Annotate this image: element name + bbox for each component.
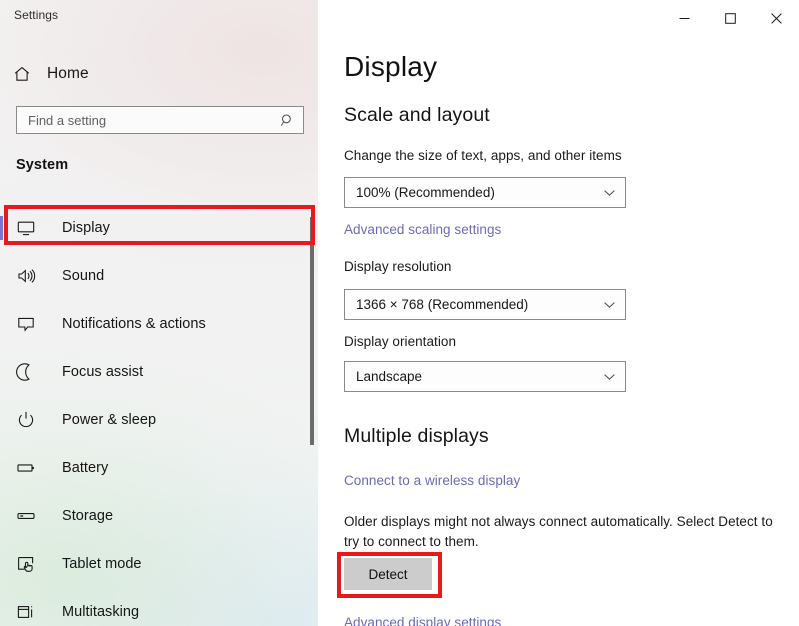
detect-button[interactable]: Detect	[344, 558, 432, 590]
sidebar-section-header: System	[16, 157, 69, 173]
display-settings-panel: Display Scale and layout Change the size…	[318, 0, 799, 626]
connect-wireless-display-link[interactable]: Connect to a wireless display	[344, 473, 520, 488]
search-icon	[280, 113, 295, 128]
advanced-scaling-settings-link[interactable]: Advanced scaling settings	[344, 222, 501, 237]
sidebar-item-home[interactable]: Home	[13, 60, 303, 88]
sidebar-item-storage[interactable]: Storage	[0, 492, 318, 540]
multiple-displays-heading: Multiple displays	[344, 425, 489, 447]
settings-window: Settings Home System	[0, 0, 799, 626]
sidebar-nav-list: Display Sound Notifications & actions Fo…	[0, 204, 318, 626]
maximize-icon	[724, 11, 736, 24]
sidebar-item-focus-assist[interactable]: Focus assist	[0, 348, 318, 396]
selection-indicator	[0, 216, 3, 240]
window-title: Settings	[14, 8, 59, 22]
display-orientation-label: Display orientation	[344, 334, 457, 349]
sidebar-item-label: Focus assist	[62, 364, 144, 380]
scale-and-layout-heading: Scale and layout	[344, 104, 490, 126]
monitor-icon	[16, 218, 36, 238]
sidebar-item-label: Notifications & actions	[62, 316, 206, 332]
orientation-dropdown[interactable]: Landscape	[344, 361, 626, 392]
sidebar-item-notifications-actions[interactable]: Notifications & actions	[0, 300, 318, 348]
close-button[interactable]	[753, 0, 799, 32]
sidebar-item-label: Power & sleep	[62, 412, 157, 428]
disk-icon	[16, 506, 36, 526]
chevron-down-icon	[603, 370, 616, 383]
minimize-icon	[679, 11, 690, 22]
sidebar-item-display[interactable]: Display	[0, 204, 318, 252]
sidebar-item-battery[interactable]: Battery	[0, 444, 318, 492]
resolution-dropdown[interactable]: 1366 × 768 (Recommended)	[344, 289, 626, 320]
battery-icon	[16, 458, 36, 478]
tablet-hand-icon	[16, 554, 36, 574]
advanced-display-settings-link[interactable]: Advanced display settings	[344, 615, 501, 626]
multiple-displays-description: Older displays might not always connect …	[344, 514, 773, 549]
window-controls	[661, 0, 799, 32]
home-icon	[13, 65, 31, 83]
sidebar-item-sound[interactable]: Sound	[0, 252, 318, 300]
sidebar-item-label: Multitasking	[62, 604, 140, 620]
scale-dropdown-value: 100% (Recommended)	[356, 185, 495, 200]
sidebar-item-power-sleep[interactable]: Power & sleep	[0, 396, 318, 444]
navigation-sidebar: Settings Home System	[0, 0, 318, 626]
home-label: Home	[47, 65, 89, 82]
speaker-icon	[16, 266, 36, 286]
close-icon	[770, 11, 782, 24]
moon-icon	[16, 362, 36, 382]
sidebar-item-label: Battery	[62, 460, 109, 476]
maximize-button[interactable]	[707, 0, 753, 32]
scale-dropdown[interactable]: 100% (Recommended)	[344, 177, 626, 208]
orientation-dropdown-value: Landscape	[356, 369, 423, 384]
search-input[interactable]	[28, 112, 280, 128]
sidebar-item-label: Sound	[62, 268, 105, 284]
change-size-label: Change the size of text, apps, and other…	[344, 148, 622, 163]
sidebar-item-label: Display	[62, 220, 110, 236]
chevron-down-icon	[603, 298, 616, 311]
chevron-down-icon	[603, 186, 616, 199]
page-title: Display	[344, 51, 438, 82]
display-resolution-label: Display resolution	[344, 259, 452, 274]
sidebar-scrollbar[interactable]	[310, 217, 314, 445]
search-setting-box[interactable]	[16, 106, 304, 134]
sidebar-item-label: Storage	[62, 508, 114, 524]
multitasking-icon	[16, 602, 36, 622]
minimize-button[interactable]	[661, 0, 707, 32]
power-icon	[16, 410, 36, 430]
sidebar-item-tablet-mode[interactable]: Tablet mode	[0, 540, 318, 588]
sidebar-item-multitasking[interactable]: Multitasking	[0, 588, 318, 626]
resolution-dropdown-value: 1366 × 768 (Recommended)	[356, 297, 529, 312]
chat-bubble-icon	[16, 314, 36, 334]
sidebar-item-label: Tablet mode	[62, 556, 142, 572]
